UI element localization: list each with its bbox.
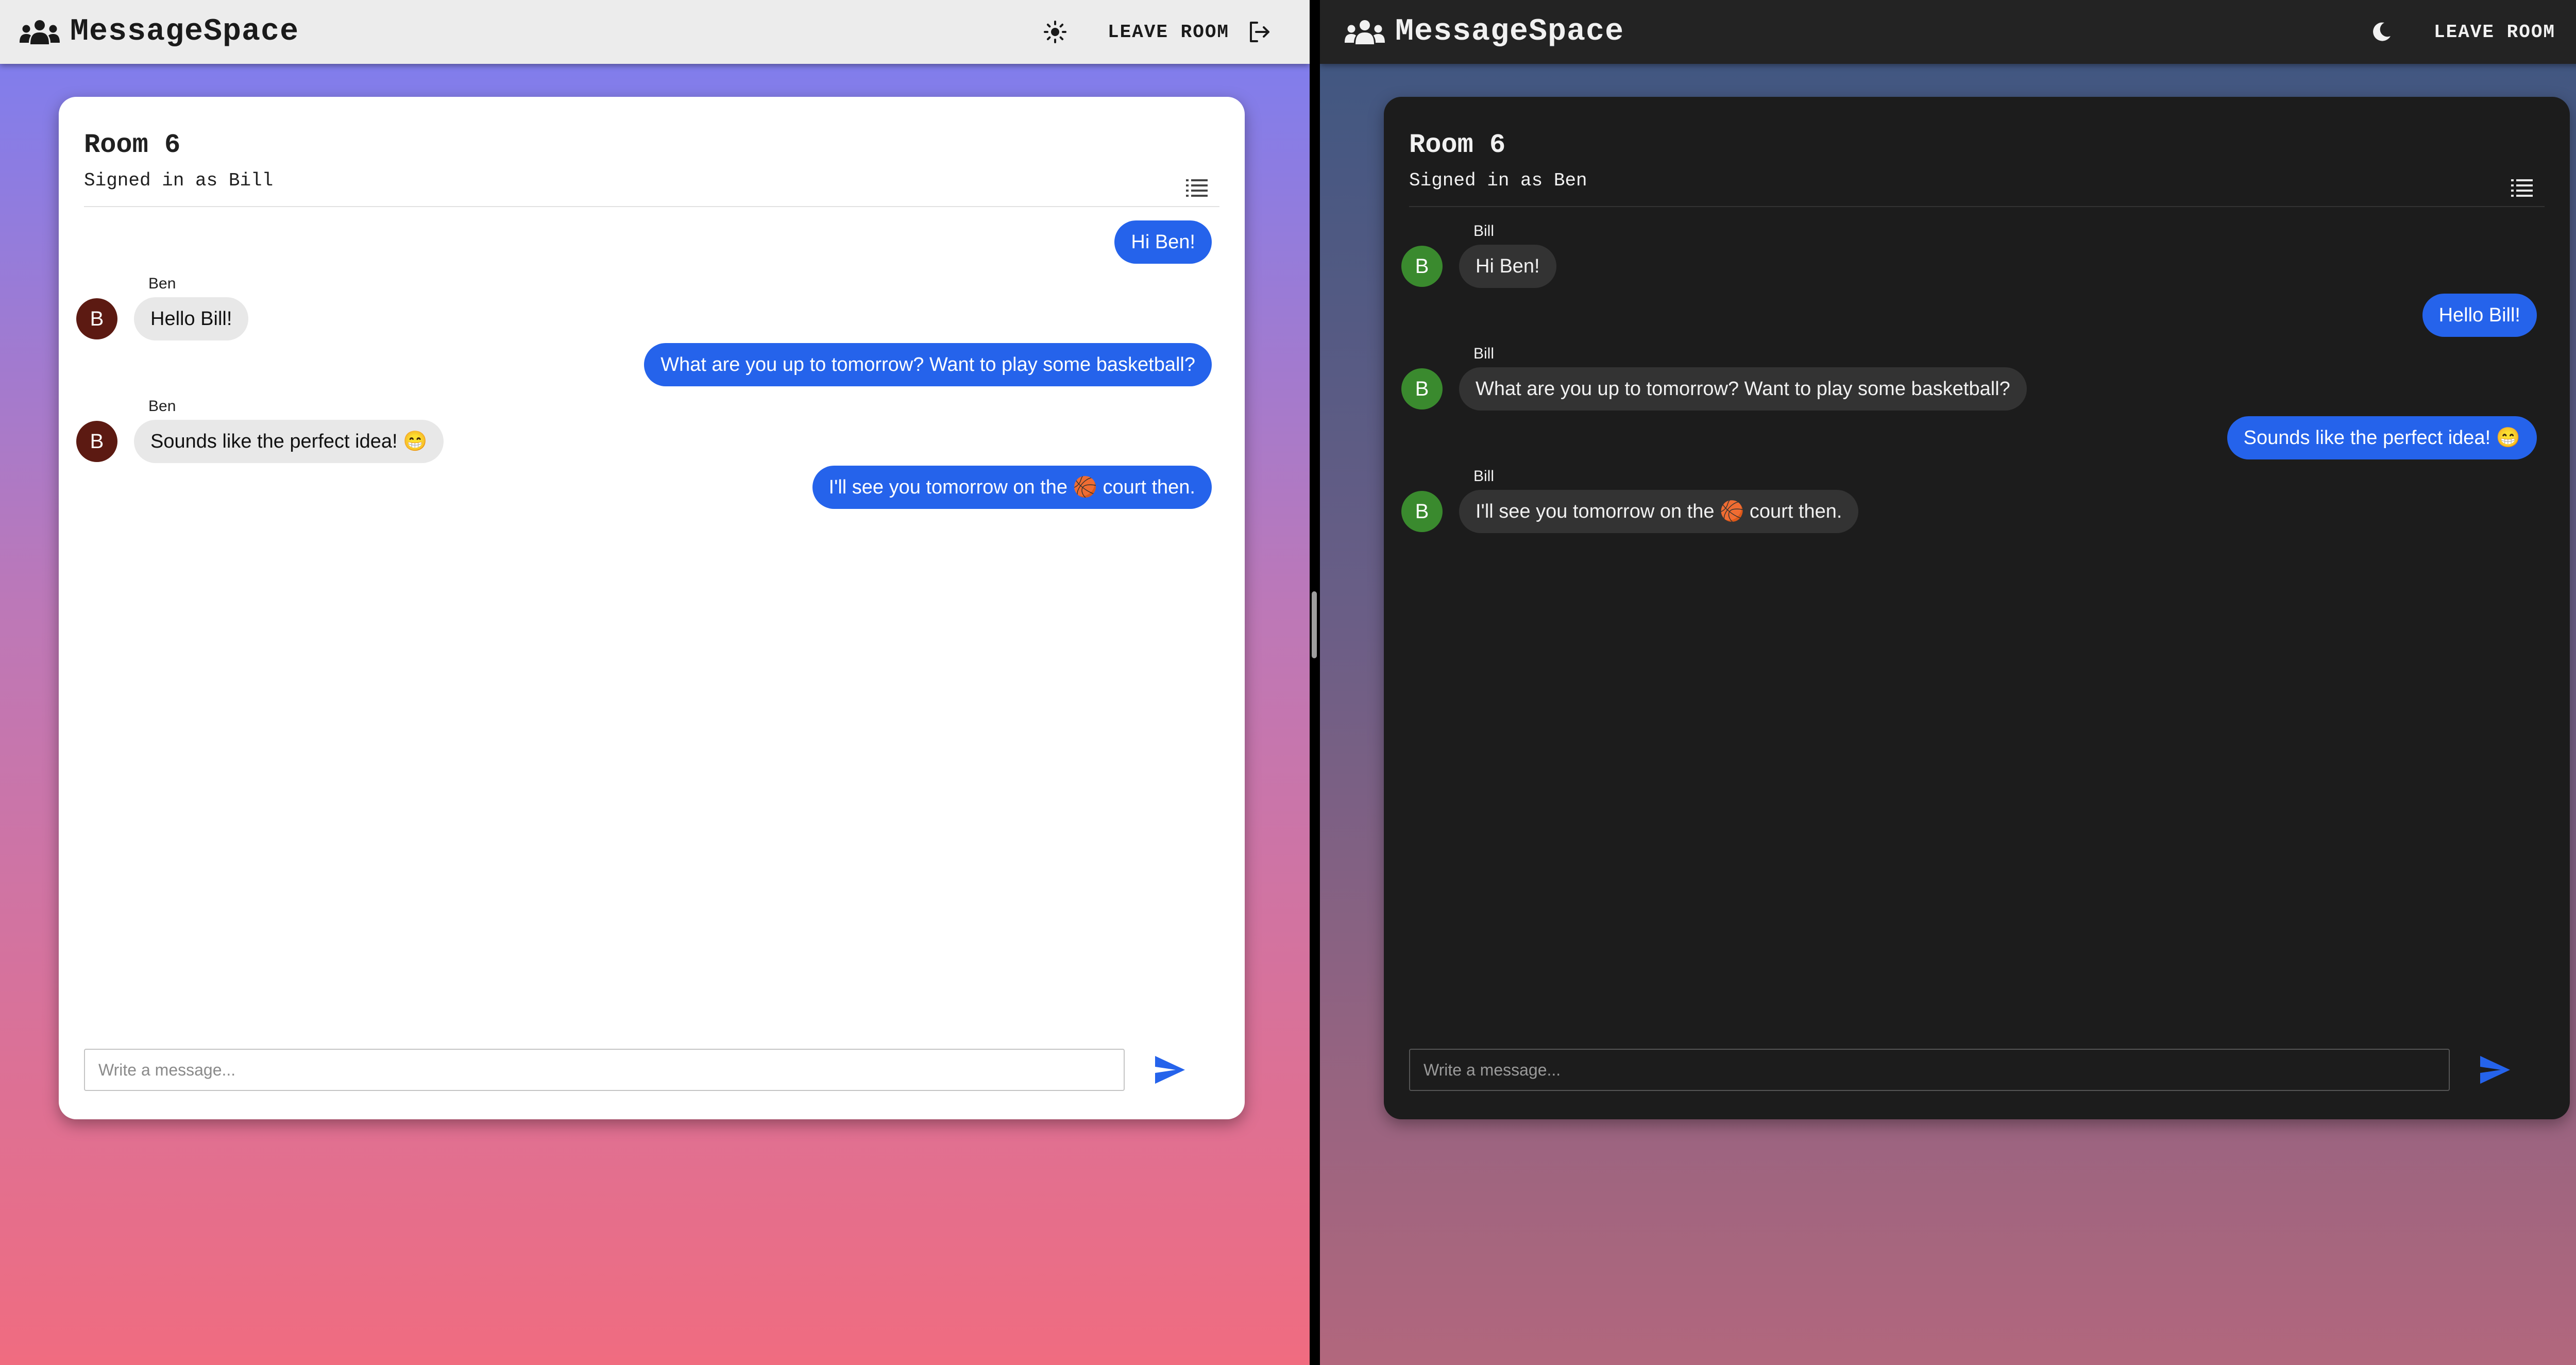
message-bubble: Sounds like the perfect idea! 😁	[2227, 416, 2537, 459]
header-divider	[84, 206, 1219, 207]
header-divider	[1409, 206, 2545, 207]
list-icon[interactable]	[2509, 174, 2535, 200]
message-bubble: I'll see you tomorrow on the 🏀 court the…	[1459, 490, 1859, 533]
avatar: B	[1401, 491, 1443, 532]
message-list: Hi Ben! Ben B Hello Bill! What are you u…	[59, 208, 1245, 1115]
signed-in-label: Signed in as Ben	[1409, 170, 1587, 191]
message-bubble: Hi Ben!	[1459, 245, 1556, 288]
app-bar: MessageSpace LEAVE ROOM	[0, 0, 1310, 64]
leave-room-label: LEAVE ROOM	[2434, 21, 2556, 43]
message-bubble: I'll see you tomorrow on the 🏀 court the…	[812, 466, 1212, 509]
message-row: I'll see you tomorrow on the 🏀 court the…	[812, 466, 1212, 509]
brand: MessageSpace	[20, 0, 299, 64]
logout-icon	[1250, 22, 1270, 42]
message-row: Sounds like the perfect idea! 😁	[2227, 416, 2537, 459]
sender-name: Bill	[1473, 223, 1495, 240]
logout-icon	[2573, 20, 2576, 44]
moon-icon	[2373, 22, 2391, 41]
avatar: B	[76, 298, 117, 339]
sender-name: Bill	[1473, 468, 1495, 485]
groups-icon	[20, 20, 60, 44]
app-title: MessageSpace	[1395, 14, 1624, 49]
list-icon[interactable]	[1184, 174, 1210, 200]
avatar: B	[1401, 246, 1443, 287]
message-bubble: What are you up to tomorrow? Want to pla…	[1459, 367, 2027, 411]
avatar: B	[1401, 368, 1443, 410]
leave-room-label: LEAVE ROOM	[1108, 21, 1230, 43]
message-list: Bill B Hi Ben! Hello Bill! Bill B What a…	[1384, 208, 2570, 1115]
brand: MessageSpace	[1345, 0, 1624, 64]
sun-icon	[1044, 21, 1066, 43]
message-bubble: Hi Ben!	[1114, 220, 1212, 264]
dark-theme-window: MessageSpace LEAVE ROOM Room 6 Signed in…	[1320, 0, 2576, 1365]
chat-card: Room 6 Signed in as Ben Bill B Hi Ben! H…	[1384, 97, 2570, 1119]
sender-name: Ben	[148, 275, 176, 292]
groups-icon	[1345, 20, 1385, 44]
chat-card: Room 6 Signed in as Bill Hi Ben! Ben B H…	[59, 97, 1245, 1119]
message-bubble: What are you up to tomorrow? Want to pla…	[644, 343, 1212, 386]
leave-room-button[interactable]: LEAVE ROOM	[2434, 13, 2576, 50]
send-icon[interactable]	[2478, 1054, 2512, 1086]
message-row: What are you up to tomorrow? Want to pla…	[644, 343, 1212, 386]
message-bubble: Hello Bill!	[2422, 294, 2537, 337]
leave-room-button[interactable]: LEAVE ROOM	[1108, 13, 1272, 50]
sender-name: Bill	[1473, 345, 1495, 362]
app-bar: MessageSpace LEAVE ROOM	[1320, 0, 2576, 64]
signed-in-label: Signed in as Bill	[84, 170, 274, 191]
message-row: Hi Ben!	[1114, 220, 1212, 264]
message-bubble: Sounds like the perfect idea! 😁	[134, 420, 444, 463]
send-icon[interactable]	[1153, 1054, 1187, 1086]
sender-name: Ben	[148, 398, 176, 415]
message-input[interactable]	[1409, 1049, 2450, 1091]
theme-toggle-button[interactable]	[2365, 15, 2398, 48]
message-bubble: Hello Bill!	[134, 297, 249, 340]
room-title: Room 6	[84, 130, 181, 160]
avatar: B	[76, 421, 117, 462]
app-title: MessageSpace	[70, 14, 299, 49]
split-resize-handle[interactable]	[1312, 591, 1317, 658]
light-theme-window: MessageSpace LEAVE ROOM Room 6 Signed in…	[0, 0, 1310, 1365]
message-input[interactable]	[84, 1049, 1125, 1091]
theme-toggle-button[interactable]	[1039, 15, 1072, 48]
message-row: Hello Bill!	[2422, 294, 2537, 337]
room-title: Room 6	[1409, 130, 1506, 160]
